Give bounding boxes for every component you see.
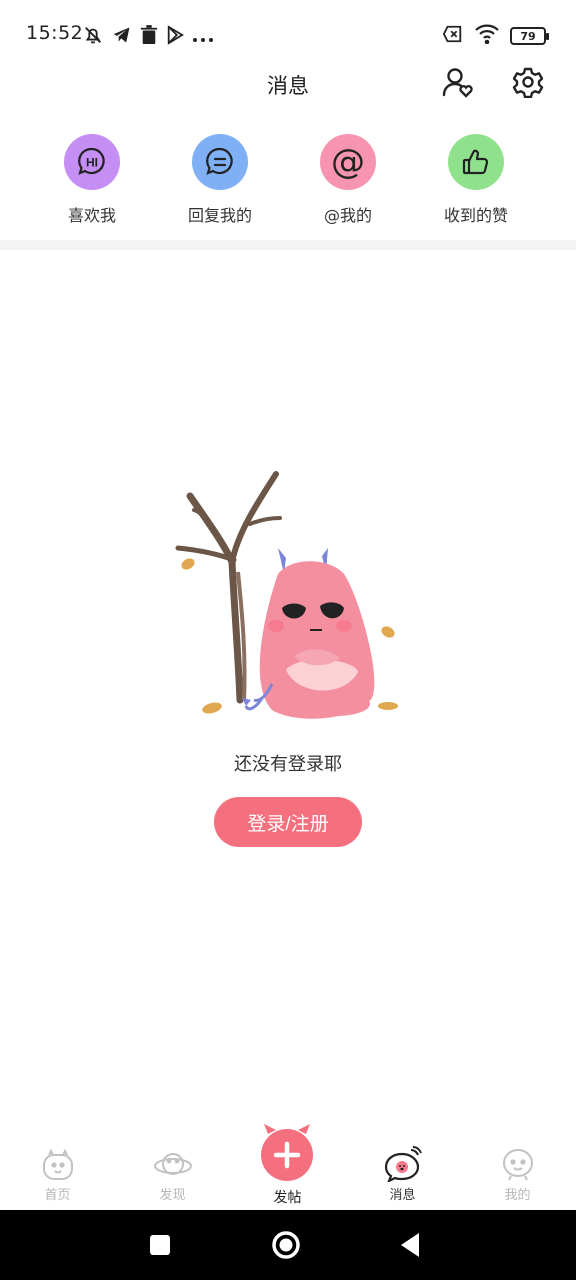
more-dots-icon <box>192 28 214 47</box>
nav-item-home[interactable]: 首页 <box>0 1130 115 1210</box>
at-glyph: @ <box>331 142 365 182</box>
nav-label-messages: 消息 <box>389 1188 416 1203</box>
hi-bubble-icon: HI <box>64 134 120 190</box>
nav-item-discover[interactable]: 发现 <box>115 1130 230 1210</box>
received-likes-label: 收到的赞 <box>443 206 508 225</box>
quick-actions: HI 喜欢我 回复我的 @ @我的 收到的赞 <box>0 134 576 228</box>
profile-face-icon <box>498 1146 538 1182</box>
home-monster-icon <box>38 1146 78 1182</box>
section-divider <box>0 240 576 250</box>
system-nav-bar <box>0 1210 576 1280</box>
nav-item-profile[interactable]: 我的 <box>460 1130 575 1210</box>
play-store-icon <box>166 25 184 49</box>
battery-icon: 79 <box>510 27 549 45</box>
empty-state-illustration <box>168 462 408 722</box>
sim-off-icon <box>442 24 464 48</box>
square-icon <box>150 1235 170 1255</box>
bottom-nav: 首页 发现 发帖 消息 我的 <box>0 1124 576 1210</box>
nav-item-post[interactable]: 发帖 <box>230 1124 345 1210</box>
wifi-icon <box>474 24 500 48</box>
nav-label-post: 发帖 <box>273 1190 302 1206</box>
page-title: 消息 <box>267 74 309 98</box>
login-register-button[interactable]: 登录/注册 <box>214 797 362 847</box>
user-heart-icon <box>441 65 475 103</box>
nav-item-messages[interactable]: 消息 <box>345 1130 460 1210</box>
back-button[interactable] <box>393 1228 427 1262</box>
recent-apps-button[interactable] <box>143 1228 177 1262</box>
settings-button[interactable] <box>508 64 548 104</box>
status-time: 15:52 <box>26 22 84 44</box>
contacts-button[interactable] <box>438 64 478 104</box>
circle-home-icon <box>272 1231 300 1259</box>
at-icon: @ <box>320 134 376 190</box>
thumbs-up-icon <box>448 134 504 190</box>
hi-glyph: HI <box>86 156 98 170</box>
mentions-label: @我的 <box>323 206 372 225</box>
replies-button[interactable]: 回复我的 <box>160 134 280 226</box>
telegram-icon <box>112 25 132 49</box>
nav-label-home: 首页 <box>44 1188 71 1203</box>
status-icons-right: 79 <box>442 24 549 48</box>
monster-illustration <box>242 548 375 719</box>
replies-label: 回复我的 <box>187 206 252 225</box>
received-likes-button[interactable]: 收到的赞 <box>416 134 536 226</box>
message-monster-icon <box>383 1146 423 1182</box>
gear-icon <box>512 66 544 102</box>
planet-icon <box>153 1146 193 1182</box>
back-triangle-icon <box>401 1233 419 1257</box>
header: 消息 <box>0 58 576 108</box>
trash-icon <box>140 25 158 49</box>
status-icons-left <box>82 24 214 50</box>
likes-me-label: 喜欢我 <box>67 206 116 225</box>
empty-state-message: 还没有登录耶 <box>234 754 342 775</box>
plus-icon <box>261 1124 313 1181</box>
nav-label-discover: 发现 <box>159 1188 186 1203</box>
home-button[interactable] <box>269 1228 303 1262</box>
mute-bell-icon <box>82 24 104 50</box>
mentions-button[interactable]: @ @我的 <box>288 134 408 226</box>
nav-label-profile: 我的 <box>504 1188 531 1203</box>
likes-me-button[interactable]: HI 喜欢我 <box>32 134 152 226</box>
comment-bubble-icon <box>192 134 248 190</box>
